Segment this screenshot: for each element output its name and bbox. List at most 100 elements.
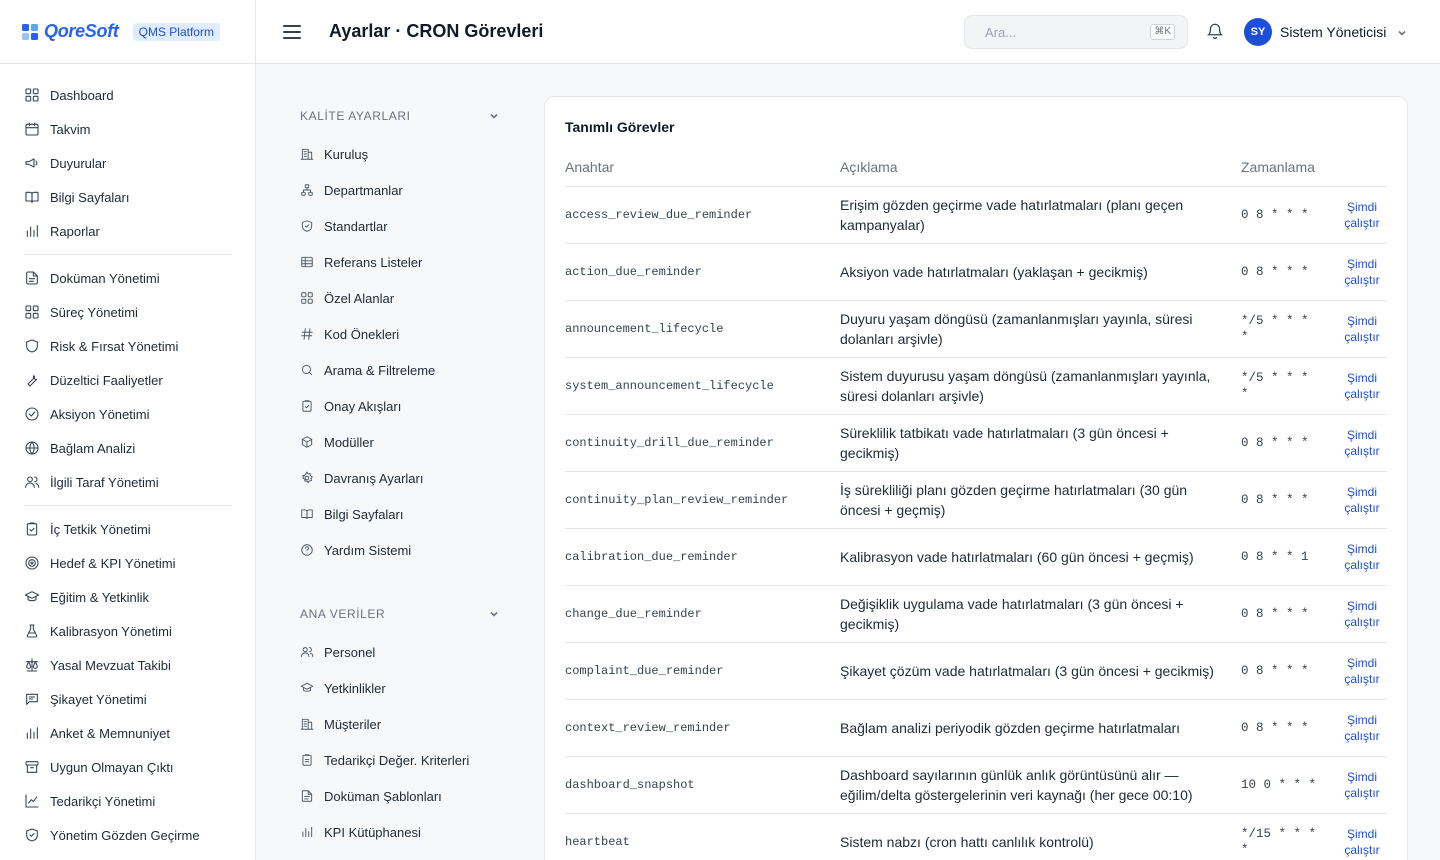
settings-item-kpi-kutuphanesi[interactable]: KPI Kütüphanesi [300, 814, 500, 850]
user-name: Sistem Yöneticisi [1280, 24, 1387, 40]
sidebar-item-tedarikci-yonetimi[interactable]: Tedarikçi Yönetimi [24, 784, 231, 818]
notifications-bell-icon[interactable] [1206, 22, 1224, 40]
sidebar-item-raporlar[interactable]: Raporlar [24, 214, 231, 248]
settings-item-standartlar[interactable]: Standartlar [300, 208, 500, 244]
run-now-button[interactable]: Şimdi çalıştır [1340, 769, 1384, 801]
settings-item-label: Yetkinlikler [324, 680, 386, 696]
job-actions: Şimdi çalıştır [1337, 813, 1387, 860]
sidebar-item-kalibrasyon-yonetimi[interactable]: Kalibrasyon Yönetimi [24, 614, 231, 648]
run-now-button[interactable]: Şimdi çalıştır [1340, 598, 1384, 630]
settings-item-personel[interactable]: Personel [300, 634, 500, 670]
message-icon [26, 693, 38, 705]
settings-section-kalite-ayarlari[interactable]: KALİTE AYARLARI [300, 96, 500, 136]
job-key: continuity_plan_review_reminder [565, 471, 840, 529]
job-description: İş sürekliliği planı gözden geçirme hatı… [840, 471, 1241, 529]
sidebar-item-dashboard[interactable]: Dashboard [24, 78, 231, 112]
settings-item-tetkik-kriterleri-kutuphanesi[interactable]: Tetkik Kriterleri Kütüphanesi [300, 850, 500, 860]
sidebar-item-yonetim-gozden-gecirme[interactable]: Yönetim Gözden Geçirme [24, 818, 231, 852]
settings-item-moduller[interactable]: Modüller [300, 424, 500, 460]
settings-item-musteriler[interactable]: Müşteriler [300, 706, 500, 742]
job-key: calibration_due_reminder [565, 528, 840, 586]
column-header-actions [1337, 149, 1387, 187]
sidebar-item-baglam-analizi[interactable]: Bağlam Analizi [24, 431, 231, 465]
run-now-button[interactable]: Şimdi çalıştır [1340, 826, 1384, 858]
section-title: KALİTE AYARLARI [300, 109, 411, 123]
job-schedule: 0 8 * * * [1241, 186, 1337, 244]
settings-item-onay-akislari[interactable]: Onay Akışları [300, 388, 500, 424]
run-now-button[interactable]: Şimdi çalıştır [1340, 655, 1384, 687]
run-now-button[interactable]: Şimdi çalıştır [1340, 712, 1384, 744]
job-actions: Şimdi çalıştır [1337, 528, 1387, 586]
settings-section-ana-veriler[interactable]: ANA VERİLER [300, 594, 500, 634]
sidebar-item-label: Takvim [50, 121, 91, 137]
brand-bar: QoreSoft QMS Platform [0, 0, 255, 64]
run-now-button[interactable]: Şimdi çalıştır [1340, 256, 1384, 288]
job-key: system_announcement_lifecycle [565, 357, 840, 415]
job-actions: Şimdi çalıştır [1337, 186, 1387, 244]
job-schedule: 0 8 * * * [1241, 585, 1337, 643]
sidebar-item-surec-yonetimi[interactable]: Süreç Yönetimi [24, 295, 231, 329]
sidebar-item-takvim[interactable]: Takvim [24, 112, 231, 146]
search-box[interactable]: ⌘K [964, 15, 1188, 49]
settings-item-ozel-alanlar[interactable]: Özel Alanlar [300, 280, 500, 316]
run-now-button[interactable]: Şimdi çalıştır [1340, 484, 1384, 516]
sidebar-item-hedef-kpi-yonetimi[interactable]: Hedef & KPI Yönetimi [24, 546, 231, 580]
sidebar-item-yasal-mevzuat-takibi[interactable]: Yasal Mevzuat Takibi [24, 648, 231, 682]
sidebar-item-uygun-olmayan-cikti[interactable]: Uygun Olmayan Çıktı [24, 750, 231, 784]
run-now-button[interactable]: Şimdi çalıştır [1340, 199, 1384, 231]
sidebar-item-label: İç Tetkik Yönetimi [50, 521, 151, 537]
file-icon [301, 790, 313, 802]
settings-item-davranis-ayarlari[interactable]: Davranış Ayarları [300, 460, 500, 496]
table-row: action_due_reminder Aksiyon vade hatırlat… [565, 243, 1387, 301]
app-sidebar: QoreSoft QMS Platform Dashboard Takvim Duy… [0, 0, 256, 860]
sidebar-item-label: İlgili Taraf Yönetimi [50, 474, 159, 490]
settings-item-bilgi-sayfalari[interactable]: Bilgi Sayfaları [300, 496, 500, 532]
shield-check-icon [26, 828, 38, 842]
settings-item-departmanlar[interactable]: Departmanlar [300, 172, 500, 208]
settings-nav: KALİTE AYARLARI Kuruluş Departmanlar Standa… [300, 96, 500, 860]
settings-item-dokuman-sablonlari[interactable]: Doküman Şablonları [300, 778, 500, 814]
settings-item-yardim-sistemi[interactable]: Yardım Sistemi [300, 532, 500, 568]
sidebar-item-risk-firsat-yonetimi[interactable]: Risk & Fırsat Yönetimi [24, 329, 231, 363]
menu-toggle-icon[interactable] [283, 24, 301, 39]
search-shortcut-badge: ⌘K [1150, 24, 1175, 40]
sidebar-item-label: Raporlar [50, 223, 100, 239]
table-row: heartbeat Sistem nabzı (cron hattı canlıl… [565, 813, 1387, 860]
settings-item-kod-onekleri[interactable]: Kod Önekleri [300, 316, 500, 352]
settings-item-arama-filtreleme[interactable]: Arama & Filtreleme [300, 352, 500, 388]
help-circle-icon [301, 544, 313, 556]
sidebar-item-sikayet-yonetimi[interactable]: Şikayet Yönetimi [24, 682, 231, 716]
sidebar-item-ilgili-taraf-yonetimi[interactable]: İlgili Taraf Yönetimi [24, 465, 231, 499]
sidebar-item-egitim-yetkinlik[interactable]: Eğitim & Yetkinlik [24, 580, 231, 614]
section-title: ANA VERİLER [300, 607, 386, 621]
logo[interactable]: QoreSoft [20, 21, 119, 42]
sidebar-item-label: Kalibrasyon Yönetimi [50, 623, 172, 639]
sidebar-item-label: Bilgi Sayfaları [50, 189, 130, 205]
sidebar-item-bilgi-sayfalari[interactable]: Bilgi Sayfaları [24, 180, 231, 214]
run-now-button[interactable]: Şimdi çalıştır [1340, 313, 1384, 345]
job-actions: Şimdi çalıştır [1337, 357, 1387, 415]
settings-item-referans-listeler[interactable]: Referans Listeler [300, 244, 500, 280]
run-now-button[interactable]: Şimdi çalıştır [1340, 427, 1384, 459]
settings-item-tedarikci-deger-kriterleri[interactable]: Tedarikçi Değer. Kriterleri [300, 742, 500, 778]
logo-mark-icon [22, 23, 38, 40]
settings-item-yetkinlikler[interactable]: Yetkinlikler [300, 670, 500, 706]
sidebar-item-duyurular[interactable]: Duyurular [24, 146, 231, 180]
sidebar-item-label: Düzeltici Faaliyetler [50, 372, 163, 388]
page-title: Ayarlar · CRON Görevleri [329, 21, 544, 41]
sidebar-item-anket-memnuniyet[interactable]: Anket & Memnuniyet [24, 716, 231, 750]
settings-item-kurulus[interactable]: Kuruluş [300, 136, 500, 172]
run-now-button[interactable]: Şimdi çalıştır [1340, 370, 1384, 402]
sidebar-item-duzeltici-faaliyetler[interactable]: Düzeltici Faaliyetler [24, 363, 231, 397]
settings-item-label: Arama & Filtreleme [324, 362, 436, 378]
sidebar-item-ic-tetkik-yonetimi[interactable]: İç Tetkik Yönetimi [24, 512, 231, 546]
run-now-button[interactable]: Şimdi çalıştır [1340, 541, 1384, 573]
table-header-row: Anahtar Açıklama Zamanlama [565, 149, 1387, 187]
job-schedule: 0 8 * * * [1241, 642, 1337, 700]
table-row: continuity_plan_review_reminder İş sürekl… [565, 471, 1387, 529]
sidebar-item-label: Eğitim & Yetkinlik [50, 589, 149, 605]
job-key: context_review_reminder [565, 699, 840, 757]
sidebar-item-dokuman-yonetimi[interactable]: Doküman Yönetimi [24, 261, 231, 295]
user-menu[interactable]: SY Sistem Yöneticisi [1244, 18, 1408, 46]
sidebar-item-aksiyon-yonetimi[interactable]: Aksiyon Yönetimi [24, 397, 231, 431]
